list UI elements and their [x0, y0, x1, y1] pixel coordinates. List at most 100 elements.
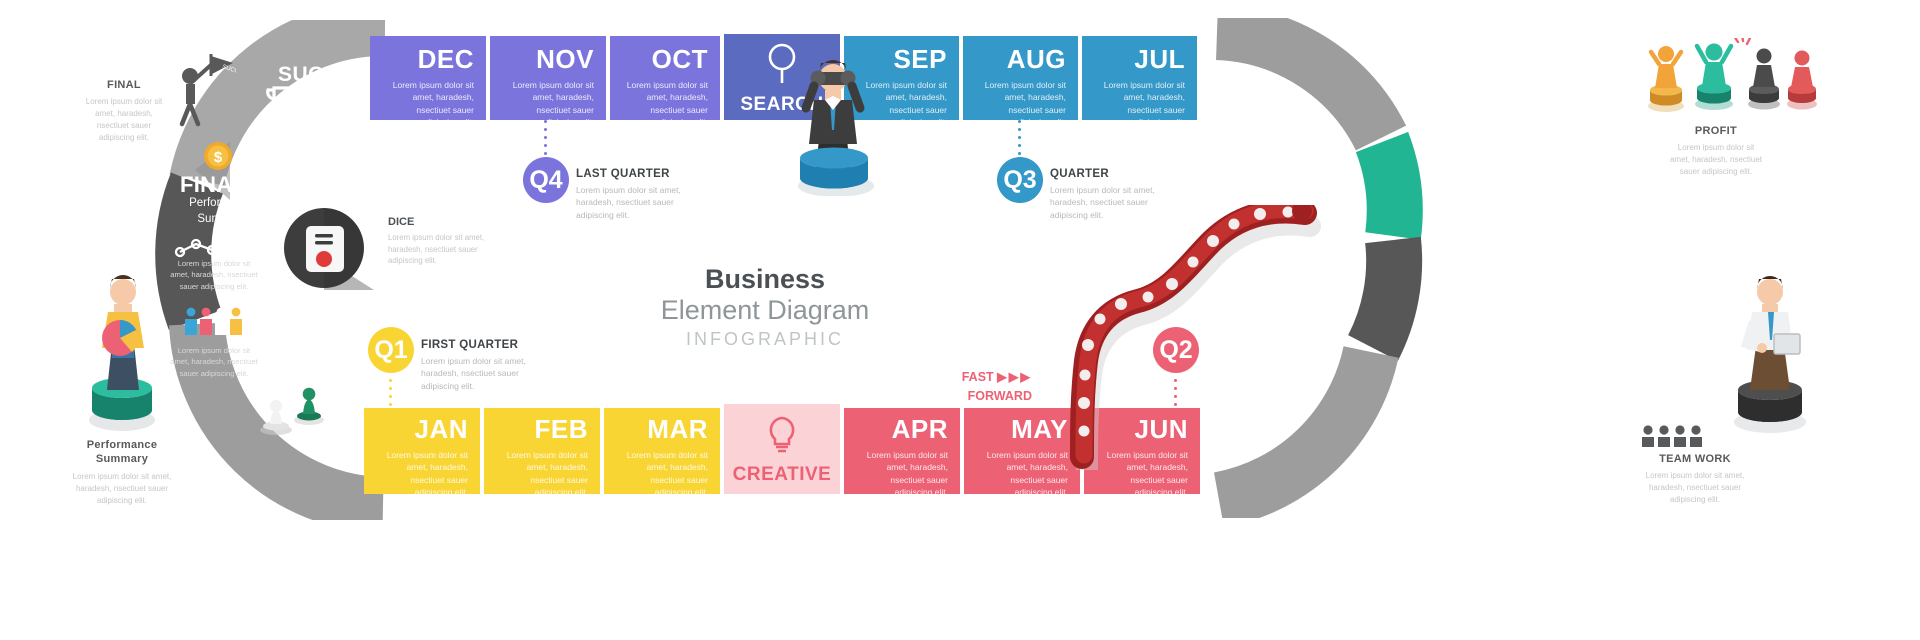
caption-profit-right-title: PROFIT: [1694, 125, 1738, 137]
caption-performance-title2: Summary: [95, 453, 149, 466]
centre-line3: INFOGRAPHIC: [685, 329, 844, 350]
fast-forward-arrows-icon: ▶▶▶: [997, 370, 1032, 384]
centre-line2: Element Diagram: [660, 295, 870, 326]
dice-icon: [284, 208, 374, 290]
quarter-badge-label: Q1: [374, 335, 408, 364]
quarter-caption-body: Lorem ipsum dolor sit amet, haradesh, ns…: [1050, 185, 1155, 220]
trophy-icon: [266, 86, 304, 126]
caption-final-left-title: FINAL: [107, 79, 141, 91]
tile-body: Lorem ipsum dolor sit amet, haradesh, ns…: [866, 450, 948, 497]
person-pie-chart-icon: [89, 275, 155, 431]
tile-month-label: NOV: [536, 44, 594, 74]
quarter-badge-q4[interactable]: Q4: [523, 157, 569, 203]
tile-body: Lorem ipsum dolor sit amet, haradesh, ns…: [626, 450, 708, 497]
caption-performance-body: Lorem ipsum dolor sit amet, haradesh, ns…: [72, 471, 172, 505]
svg-text:$: $: [214, 149, 223, 166]
arc-final-body-2: Lorem ipsum dolor sit amet, haradesh, ns…: [170, 346, 258, 378]
tile-month-label: MAR: [647, 414, 708, 444]
tile-apr[interactable]: APR Lorem ipsum dolor sit amet, haradesh,…: [844, 408, 960, 497]
infographic-canvas: SUCCESS $ FINAL Performance Summary Lore…: [0, 0, 1920, 640]
arc-label-businessplan: BUSINESS PLAN: [1413, 428, 1518, 473]
tile-aug[interactable]: AUG Lorem ipsum dolor sit amet, haradesh,…: [963, 36, 1078, 127]
tile-month-label: DEC: [417, 44, 474, 74]
quarter-caption-q3: QUARTER Lorem ipsum dolor sit amet, harad…: [1050, 168, 1166, 221]
caption-teamwork-right: TEAM WORK Lorem ipsum dolor sit amet, ha…: [1640, 452, 1750, 506]
centre-line1: Business: [704, 264, 826, 294]
line-chart-icon: [174, 228, 240, 258]
lightbulb-icon: [762, 412, 802, 456]
caption-final-left: FINAL Lorem ipsum dolor sit amet, harade…: [78, 78, 170, 144]
fast-forward-line1: FAST ▶▶▶: [958, 368, 1032, 387]
caption-teamwork-right-title: TEAM WORK: [1659, 453, 1731, 465]
quarter-caption-title: LAST QUARTER: [576, 168, 670, 180]
dice-body: Lorem ipsum dolor sit amet, haradesh, ns…: [388, 233, 485, 266]
people-group-icon: [185, 307, 242, 335]
fast-forward-text1: FAST: [961, 370, 994, 384]
monitor-icon: [1442, 392, 1486, 428]
quarter-dot-connector: [389, 379, 392, 414]
tile-month-label: FEB: [534, 414, 588, 444]
quarter-caption-title: QUARTER: [1050, 168, 1109, 180]
tile-month-label: AUG: [1006, 44, 1066, 74]
team-small-icon: [1642, 425, 1702, 447]
quarter-badge-q2[interactable]: Q2: [1153, 327, 1199, 373]
tile-jul[interactable]: JUL Lorem ipsum dolor sit amet, haradesh,…: [1082, 36, 1197, 127]
quarter-badge-label: Q2: [1159, 335, 1193, 364]
quarter-caption-title: FIRST QUARTER: [421, 339, 519, 351]
caption-performance: Performance Summary Lorem ipsum dolor si…: [68, 438, 176, 507]
dollar-coin-icon: $: [204, 142, 232, 170]
caption-performance-title1: Performance: [86, 439, 158, 451]
caption-final-left-body: Lorem ipsum dolor sit amet, haradesh, ns…: [85, 97, 163, 143]
person-tablet-icon: [1734, 276, 1806, 433]
tile-body: Lorem ipsum dolor sit amet, haradesh, ns…: [506, 450, 588, 497]
tile-body: Lorem ipsum dolor sit amet, haradesh, ns…: [512, 80, 594, 127]
quarter-dot-connector: [1018, 120, 1021, 155]
quarter-badge-label: Q3: [1003, 165, 1037, 194]
tile-month-label: JUL: [1134, 44, 1185, 74]
arc-label-businessplan-2: PLAN: [1413, 450, 1469, 473]
podium-blue-icon: [798, 147, 874, 196]
fast-forward-line2: FORWARD: [967, 388, 1032, 403]
tile-jan[interactable]: JAN Lorem ipsum dolor sit amet, haradesh,…: [364, 408, 480, 497]
tile-month-label: APR: [891, 414, 948, 444]
arc-final-subtitle: Performance Summary: [172, 196, 272, 227]
tile-body: Lorem ipsum dolor sit amet, haradesh, ns…: [626, 80, 708, 127]
chess-pieces-icon: [260, 387, 324, 435]
tile-feb[interactable]: FEB Lorem ipsum dolor sit amet, haradesh,…: [484, 408, 600, 497]
tile-label: CREATIVE: [732, 464, 832, 485]
arc-label-teamwork-2: WORK: [1435, 349, 1504, 373]
quarter-badge-label: Q4: [529, 165, 563, 194]
team-people-icon: [1443, 285, 1506, 315]
bar-chart-up-icon: [1448, 164, 1496, 220]
quarter-caption-q1: FIRST QUARTER Lorem ipsum dolor sit amet,…: [421, 339, 537, 392]
arc-final-sub1: Performance: [189, 197, 255, 209]
centre-title: Business Element Diagram INFOGRAPHIC: [555, 264, 975, 353]
podium-winners-icon: [1648, 38, 1817, 112]
quarter-caption-body: Lorem ipsum dolor sit amet, haradesh, ns…: [576, 185, 681, 220]
quarter-caption-body: Lorem ipsum dolor sit amet, haradesh, ns…: [421, 356, 526, 391]
tile-month-label: OCT: [651, 44, 708, 74]
arc-label-profit: PROFIT: [1455, 226, 1535, 249]
tile-body: Lorem ipsum dolor sit amet, haradesh, ns…: [386, 450, 468, 497]
tile-nov[interactable]: NOV Lorem ipsum dolor sit amet, haradesh,…: [490, 36, 606, 127]
caption-teamwork-right-body: Lorem ipsum dolor sit amet, haradesh, ns…: [1645, 471, 1745, 505]
flag-person-icon: SUCCESS: [179, 54, 236, 127]
head-gear-icon: [1409, 65, 1456, 106]
dice-title: DICE: [388, 216, 415, 228]
tile-body: Lorem ipsum dolor sit amet, haradesh, ns…: [392, 80, 474, 127]
quarter-badge-q3[interactable]: Q3: [997, 157, 1043, 203]
arc-label-teamwork: TEAM WORK: [1435, 326, 1504, 373]
quarter-dot-connector: [544, 120, 547, 155]
tile-mar[interactable]: MAR Lorem ipsum dolor sit amet, haradesh,…: [604, 408, 720, 497]
quarter-dot-connector: [1174, 379, 1177, 414]
quarter-badge-q1[interactable]: Q1: [368, 327, 414, 373]
tile-creative[interactable]: CREATIVE: [724, 404, 840, 494]
tile-oct[interactable]: OCT Lorem ipsum dolor sit amet, haradesh,…: [610, 36, 720, 127]
svg-text:SUCCESS: SUCCESS: [221, 64, 236, 79]
arc-label-businessplan-1: BUSINESS: [1413, 428, 1518, 450]
arc-label-teamwork-1: TEAM: [1435, 326, 1497, 349]
dice-caption: DICE Lorem ipsum dolor sit amet, harades…: [388, 216, 500, 267]
arc-final-body: Lorem ipsum dolor sit amet, haradesh, ns…: [170, 259, 258, 291]
arc-label-idea: IDEA: [1473, 97, 1526, 120]
tile-dec[interactable]: DEC Lorem ipsum dolor sit amet, haradesh,…: [370, 36, 486, 127]
